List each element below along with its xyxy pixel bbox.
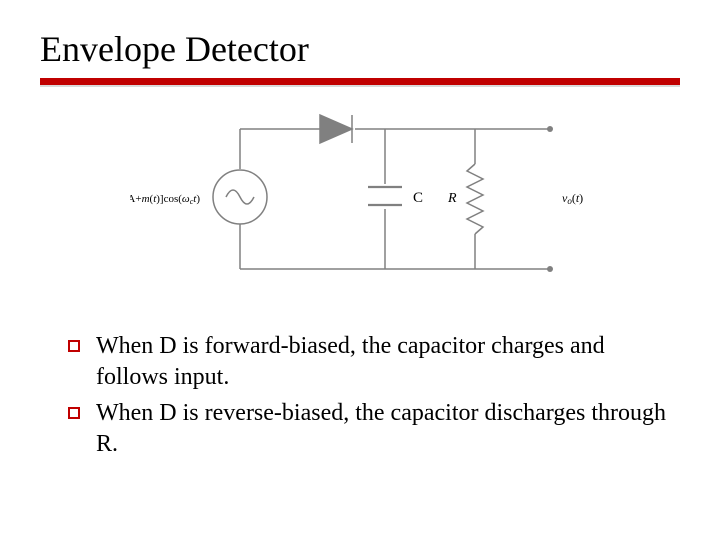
title-rule [40, 78, 680, 85]
capacitor-label: C [413, 190, 423, 206]
bullet-text: When D is reverse-biased, the capacitor … [96, 398, 680, 459]
source-label: [A+m(t)]cos(ωct) [130, 193, 200, 206]
bullet-marker-icon [68, 407, 80, 419]
output-label: vo(t) [562, 191, 583, 206]
list-item: When D is forward-biased, the capacitor … [68, 331, 680, 392]
slide-title: Envelope Detector [40, 28, 680, 70]
list-item: When D is reverse-biased, the capacitor … [68, 398, 680, 459]
resistor-label: R [447, 191, 457, 206]
circuit-diagram: [A+m(t)]cos(ωct) C R vo(t) [40, 109, 680, 299]
bullet-list: When D is forward-biased, the capacitor … [68, 331, 680, 460]
bullet-text: When D is forward-biased, the capacitor … [96, 331, 680, 392]
bullet-marker-icon [68, 340, 80, 352]
